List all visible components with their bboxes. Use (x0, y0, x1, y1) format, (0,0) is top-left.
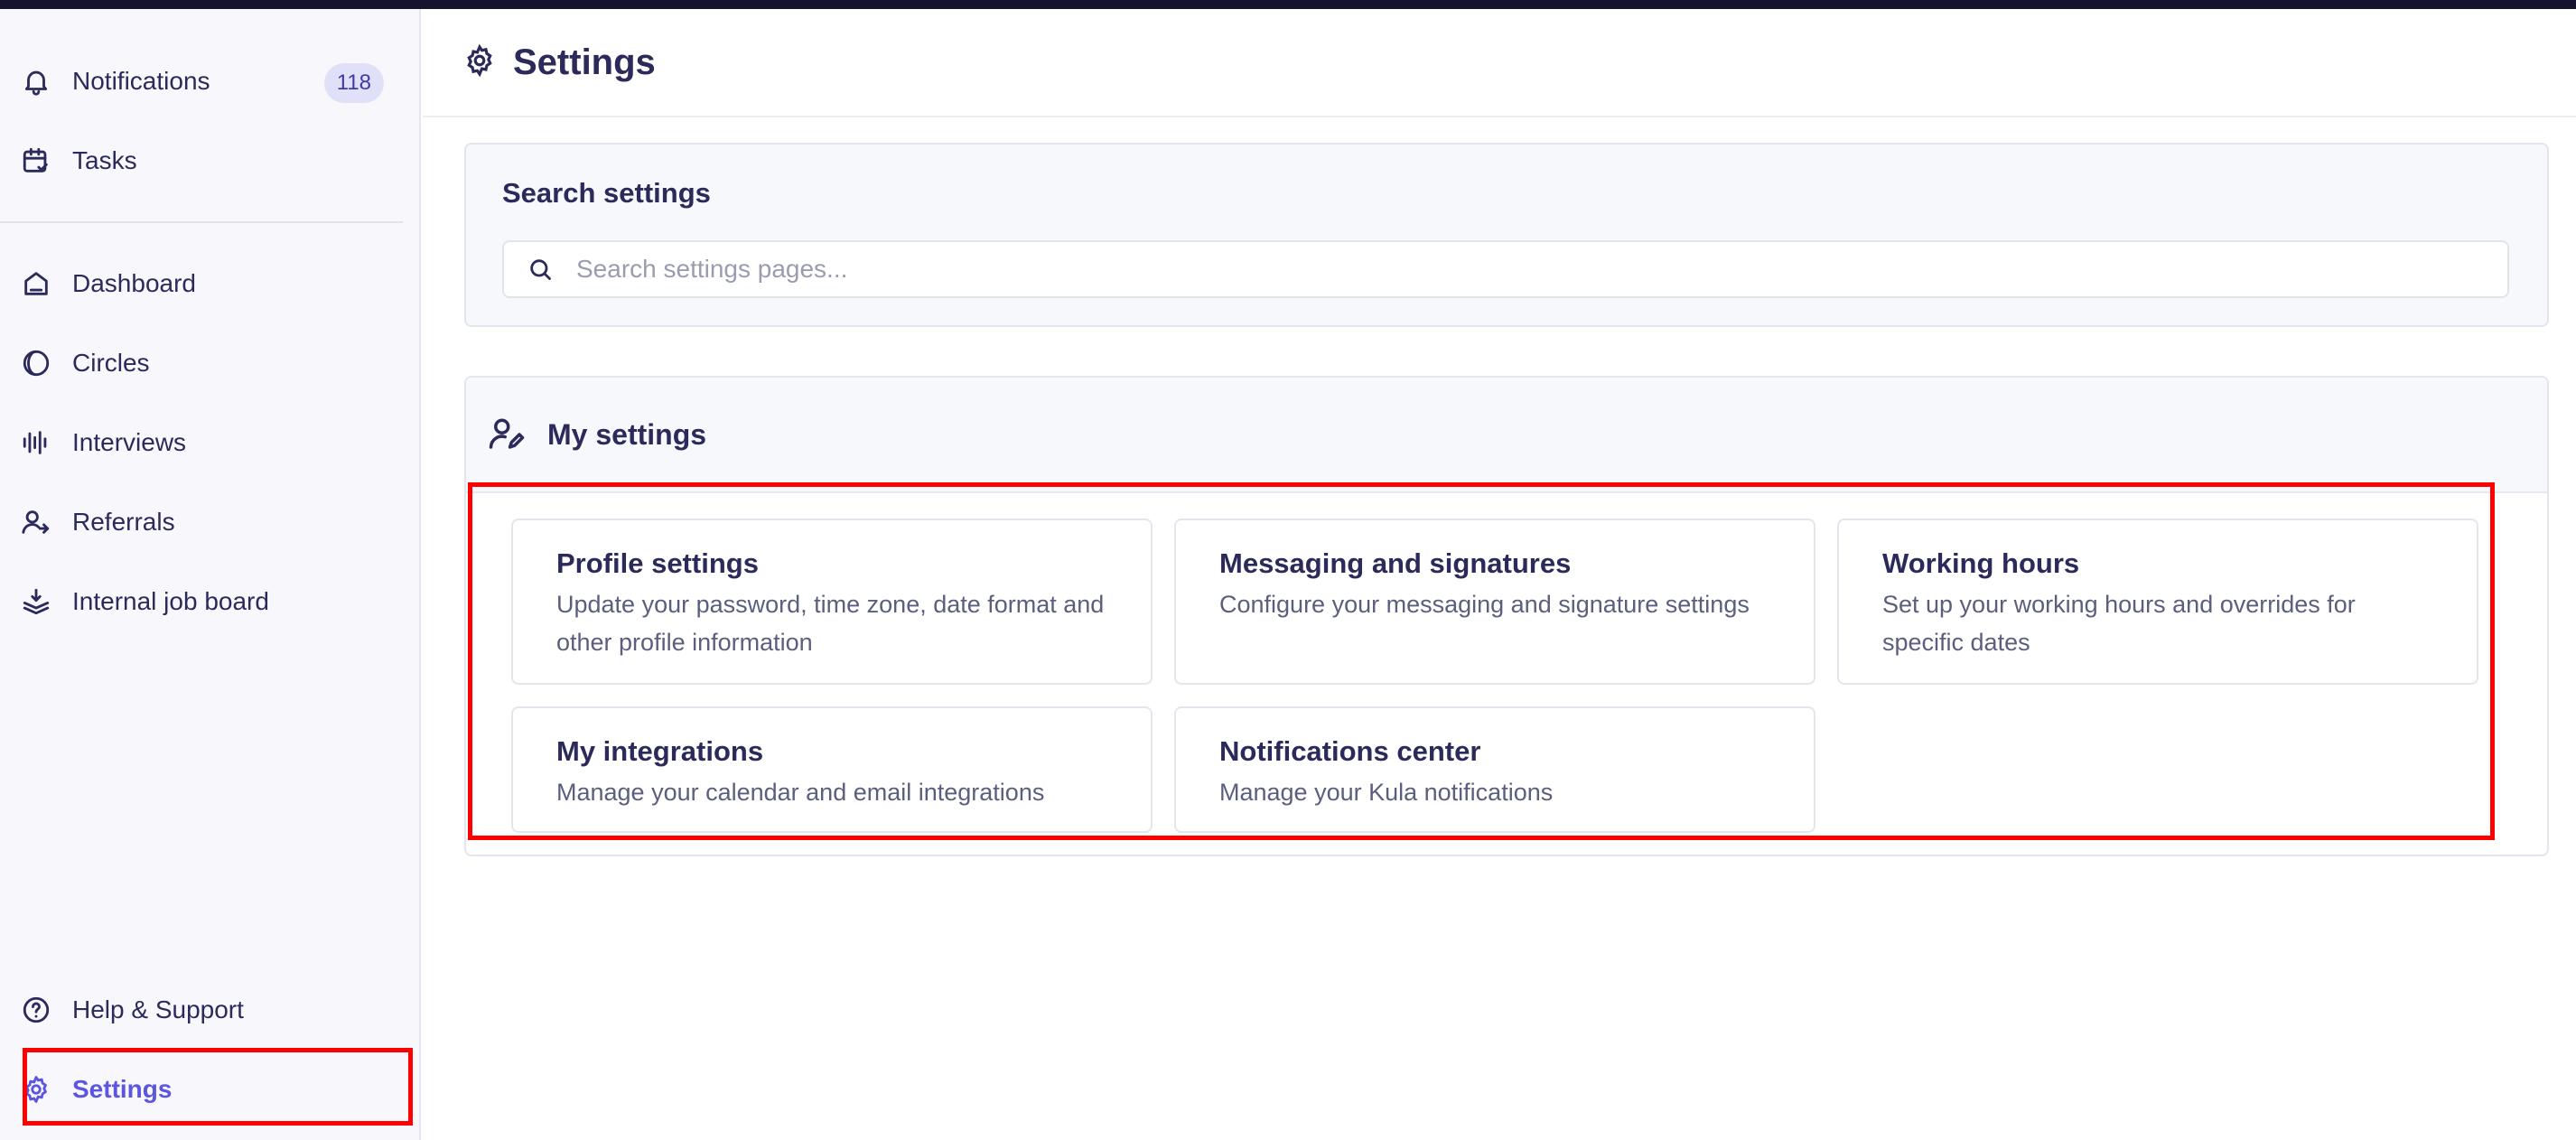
sidebar-item-label: Referrals (72, 508, 175, 536)
my-settings-title: My settings (547, 417, 707, 451)
layers-download-icon (18, 584, 54, 620)
card-title: Working hours (1882, 547, 2080, 579)
sidebar-item-label: Help & Support (72, 995, 244, 1023)
sidebar-item-circles[interactable]: Circles (18, 334, 406, 392)
sidebar-item-referrals[interactable]: Referrals (18, 493, 406, 551)
my-settings-header: My settings (466, 378, 2547, 493)
sidebar-item-tasks[interactable]: Tasks (18, 132, 406, 190)
bell-icon (18, 63, 54, 99)
sidebar-item-label: Interviews (72, 428, 187, 456)
sidebar-item-internal-job-board[interactable]: Internal job board (18, 573, 406, 631)
notifications-center-card[interactable]: Notifications center Manage your Kula no… (1174, 706, 1815, 833)
help-circle-icon (18, 992, 54, 1028)
working-hours-card[interactable]: Working hours Set up your working hours … (1837, 519, 2478, 685)
page-header: Settings (423, 9, 2576, 117)
sidebar-divider (0, 221, 403, 223)
sidebar-item-label: Notifications (72, 67, 210, 95)
card-title: My integrations (556, 735, 764, 767)
card-description: Manage your calendar and email integrati… (556, 779, 1045, 806)
sidebar: Notifications 118 Tasks Dashboard Circle… (0, 9, 421, 1140)
card-title: Messaging and signatures (1219, 547, 1572, 579)
search-input[interactable] (576, 255, 2473, 284)
sidebar-item-notifications[interactable]: Notifications 118 (18, 52, 406, 110)
card-title: Profile settings (556, 547, 759, 579)
audio-waveform-icon (18, 425, 54, 461)
sidebar-item-label: Circles (72, 349, 150, 377)
circles-icon (18, 345, 54, 381)
search-box[interactable] (502, 240, 2509, 298)
calendar-check-icon (18, 143, 54, 179)
my-settings-panel: My settings Profile settings Update your… (464, 376, 2549, 856)
sidebar-item-label: Tasks (72, 146, 137, 174)
user-edit-icon (489, 418, 525, 449)
top-bar (0, 0, 2576, 9)
sidebar-item-help-support[interactable]: Help & Support (18, 981, 406, 1039)
card-title: Notifications center (1219, 735, 1481, 767)
page-title: Settings (513, 42, 656, 82)
card-description: Update your password, time zone, date fo… (556, 591, 1105, 656)
search-settings-heading: Search settings (502, 177, 711, 209)
my-integrations-card[interactable]: My integrations Manage your calendar and… (511, 706, 1153, 833)
sidebar-item-dashboard[interactable]: Dashboard (18, 255, 406, 313)
card-description: Configure your messaging and signature s… (1219, 591, 1750, 618)
highlight-box-settings (23, 1048, 413, 1126)
search-settings-panel: Search settings (464, 143, 2549, 327)
card-description: Manage your Kula notifications (1219, 779, 1554, 806)
card-description: Set up your working hours and overrides … (1882, 591, 2356, 656)
main-content: Search settings My settings Profile sett… (423, 119, 2576, 1140)
user-referral-icon (18, 504, 54, 540)
search-icon (530, 259, 551, 280)
home-icon (18, 266, 54, 302)
profile-settings-card[interactable]: Profile settings Update your password, t… (511, 519, 1153, 685)
sidebar-item-label: Dashboard (72, 269, 196, 297)
sidebar-item-interviews[interactable]: Interviews (18, 414, 406, 472)
notification-count-badge: 118 (323, 63, 384, 103)
gear-icon (462, 43, 497, 82)
messaging-signatures-card[interactable]: Messaging and signatures Configure your … (1174, 519, 1815, 685)
sidebar-item-label: Internal job board (72, 587, 269, 615)
